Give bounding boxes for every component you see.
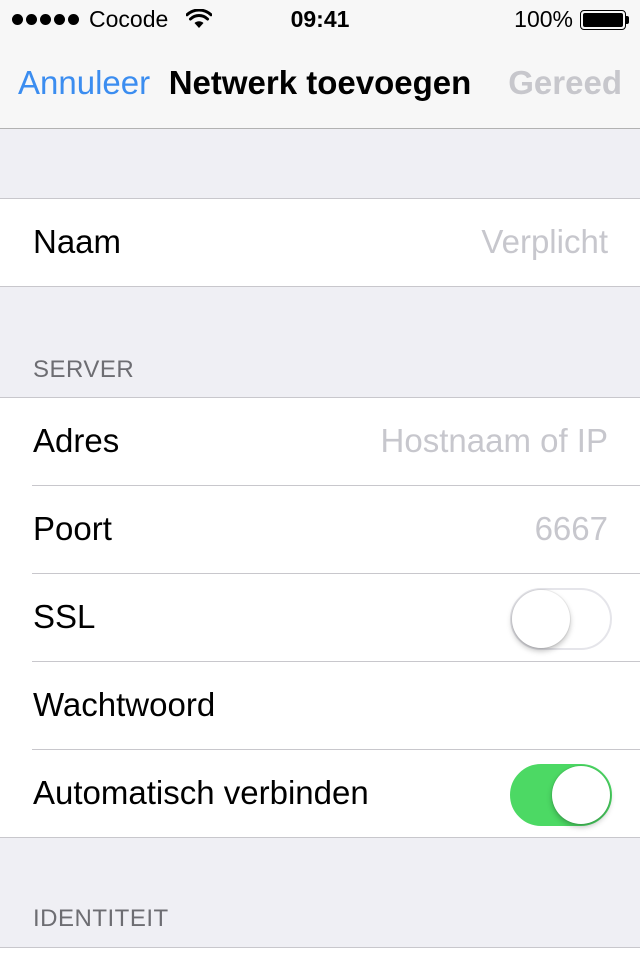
top-bar: Cocode 09:41 100% Annuleer Netwerk toevo… <box>0 0 640 129</box>
identity-group <box>0 947 640 968</box>
address-row[interactable]: Adres Hostnaam of IP <box>32 398 640 486</box>
port-field[interactable]: 6667 <box>535 510 608 548</box>
autoconnect-row: Automatisch verbinden <box>32 750 640 837</box>
name-field[interactable]: Verplicht <box>481 223 608 261</box>
status-bar: Cocode 09:41 100% <box>0 0 640 40</box>
server-section-header: SERVER <box>33 356 135 383</box>
name-group: Naam Verplicht <box>0 198 640 287</box>
ssl-toggle[interactable] <box>510 588 612 650</box>
battery-percentage: 100% <box>514 6 573 32</box>
identity-section-header: IDENTITEIT <box>33 905 169 932</box>
toggle-knob <box>552 766 610 824</box>
port-row[interactable]: Poort 6667 <box>32 486 640 574</box>
ssl-label: SSL <box>33 598 96 635</box>
navigation-bar: Annuleer Netwerk toevoegen Gereed <box>0 40 640 128</box>
done-button[interactable]: Gereed <box>508 64 622 102</box>
password-label: Wachtwoord <box>33 686 216 723</box>
autoconnect-toggle[interactable] <box>510 764 612 826</box>
ssl-row: SSL <box>32 574 640 662</box>
name-row[interactable]: Naam Verplicht <box>32 199 640 286</box>
toggle-knob <box>512 590 570 648</box>
name-label: Naam <box>33 223 122 260</box>
server-group: Adres Hostnaam of IP Poort 6667 SSL Wach… <box>0 397 640 838</box>
port-label: Poort <box>33 510 112 547</box>
address-field[interactable]: Hostnaam of IP <box>381 422 608 460</box>
battery-full-icon <box>580 10 630 30</box>
password-row[interactable]: Wachtwoord <box>32 662 640 750</box>
address-label: Adres <box>33 422 120 459</box>
autoconnect-label: Automatisch verbinden <box>33 774 369 811</box>
cancel-button[interactable]: Annuleer <box>18 64 150 102</box>
